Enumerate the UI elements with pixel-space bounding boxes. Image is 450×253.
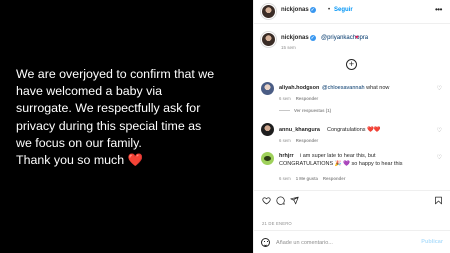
view-replies-button[interactable]: Ver respuestas (1)	[279, 108, 331, 113]
author-username[interactable]: nickjonas ✓	[281, 7, 316, 13]
verified-badge-icon: ✓	[309, 7, 316, 13]
commenter-avatar[interactable]	[261, 82, 274, 95]
comment-like-heart-icon[interactable]: ♡	[437, 154, 442, 161]
post-actions-bar: 21 DE ENERO	[254, 190, 450, 230]
commenter-username[interactable]: annu_khangura	[279, 127, 320, 133]
comment-timestamp[interactable]: 6 sem	[279, 138, 291, 143]
caption-timestamp[interactable]: 15 sem	[281, 45, 296, 50]
caption-username-text[interactable]: nickjonas	[281, 35, 309, 41]
post-text-line: surrogate. We respectfully ask for	[16, 101, 201, 116]
red-heart-emoji: ❤️	[127, 153, 144, 168]
comment-meta: 6 sem 1 Me gusta Responder	[279, 176, 345, 181]
commenter-username[interactable]: aliyah.hodgson	[279, 85, 319, 91]
verified-badge-icon: ✓	[309, 35, 316, 41]
post-side-panel: nickjonas ✓ • Seguir ••• nickjonas ✓ @priy…	[253, 0, 450, 253]
post-text-line: We are overjoyed to confirm that we	[16, 67, 215, 81]
post-text-thanks: Thank you so much	[16, 153, 125, 168]
comment-text: @chloesavannah what now	[322, 85, 389, 91]
comment-bubble-icon[interactable]	[276, 196, 285, 205]
follow-button[interactable]: Seguir	[334, 7, 353, 13]
commenter-username[interactable]: hrhjrr	[279, 153, 294, 159]
header-separator: •	[328, 7, 331, 13]
smiley-icon[interactable]	[261, 238, 270, 247]
caption-mention-link[interactable]: @priyankachopra	[321, 35, 368, 41]
commenter-avatar[interactable]	[261, 152, 274, 165]
comment-timestamp[interactable]: 6 sem	[279, 176, 291, 181]
post-text-line: Thank you so much ❤️	[16, 152, 248, 169]
comment-likes-count[interactable]: 1 Me gusta	[296, 176, 318, 181]
post-header: nickjonas ✓ • Seguir •••	[254, 0, 450, 24]
add-comment-input[interactable]	[276, 237, 416, 248]
heart-outline-icon[interactable]	[262, 196, 271, 205]
paper-plane-icon[interactable]	[290, 196, 299, 205]
comment-like-heart-icon[interactable]: ♡	[437, 127, 442, 134]
post-image: We are overjoyed to confirm that we have…	[0, 0, 253, 253]
post-text-line: have welcomed a baby via	[16, 84, 163, 99]
comment-meta: 6 sem Responder	[279, 138, 318, 143]
reply-button[interactable]: Responder	[296, 138, 318, 143]
caption-avatar[interactable]	[261, 32, 276, 47]
comment-timestamp[interactable]: 6 sem	[279, 96, 291, 101]
add-comment-bar: Publicar	[254, 230, 450, 253]
publish-button[interactable]: Publicar	[421, 239, 443, 245]
post-text-line: we focus on our family.	[16, 135, 142, 150]
more-options-icon[interactable]: •••	[435, 5, 442, 14]
comment-mention-link[interactable]: @chloesavannah	[322, 85, 365, 91]
reply-button[interactable]: Responder	[323, 176, 345, 181]
author-avatar[interactable]	[261, 4, 276, 19]
bookmark-icon[interactable]	[434, 196, 443, 205]
author-username-text[interactable]: nickjonas	[281, 7, 309, 13]
comment-body: what now	[364, 85, 390, 91]
caption-heart-emoji: ♥	[355, 34, 359, 41]
commenter-avatar[interactable]	[261, 123, 274, 136]
comment-text: i am super late to hear this, but CONGRA…	[279, 153, 403, 167]
post-text-line: privacy during this special time as	[16, 118, 202, 133]
comment-text: Congratulations ❤️❤️	[327, 127, 381, 133]
caption-username[interactable]: nickjonas ✓	[281, 35, 316, 41]
reply-button[interactable]: Responder	[296, 96, 318, 101]
comment-meta: 6 sem Responder	[279, 96, 318, 101]
load-more-comments-icon[interactable]: +	[346, 59, 357, 70]
post-statement-text: We are overjoyed to confirm that we have…	[16, 66, 248, 169]
comment-like-heart-icon[interactable]: ♡	[437, 85, 442, 92]
post-date[interactable]: 21 DE ENERO	[262, 221, 292, 226]
avatar-face	[264, 156, 271, 161]
